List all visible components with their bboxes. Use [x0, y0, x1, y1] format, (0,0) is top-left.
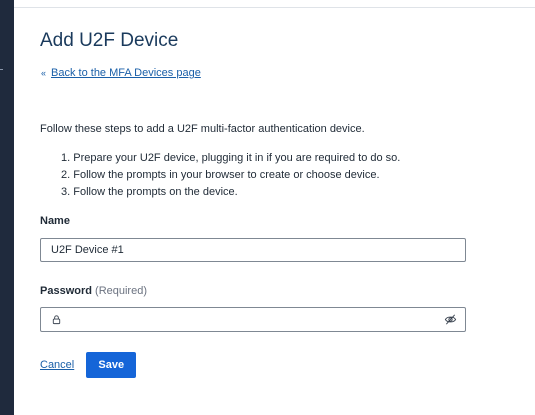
password-label-group: Password (Required) — [40, 285, 147, 297]
step-item: 2. Follow the prompts in your browser to… — [61, 169, 380, 181]
lock-icon — [52, 315, 61, 325]
sidebar — [0, 0, 14, 415]
top-divider — [14, 7, 535, 8]
back-to-mfa-devices-link[interactable]: « Back to the MFA Devices page — [41, 67, 201, 79]
name-input[interactable] — [40, 238, 466, 262]
password-input[interactable] — [69, 310, 433, 331]
step-item: 3. Follow the prompts on the device. — [61, 186, 238, 198]
eye-slash-icon[interactable] — [444, 313, 457, 326]
sidebar-marker — [0, 69, 3, 70]
password-required-hint: (Required) — [95, 285, 147, 297]
name-label: Name — [40, 215, 70, 227]
steps-list: 1. Prepare your U2F device, plugging it … — [61, 150, 400, 201]
password-field[interactable] — [40, 307, 466, 332]
form-actions: Cancel Save — [40, 352, 137, 378]
back-link-label: Back to the MFA Devices page — [51, 67, 201, 79]
cancel-link[interactable]: Cancel — [40, 359, 74, 371]
step-item: 1. Prepare your U2F device, plugging it … — [61, 152, 401, 164]
intro-text: Follow these steps to add a U2F multi-fa… — [40, 123, 365, 135]
save-button[interactable]: Save — [86, 352, 137, 378]
password-label: Password — [40, 285, 92, 297]
page-title: Add U2F Device — [40, 30, 179, 51]
double-chevron-left-icon: « — [41, 68, 47, 78]
